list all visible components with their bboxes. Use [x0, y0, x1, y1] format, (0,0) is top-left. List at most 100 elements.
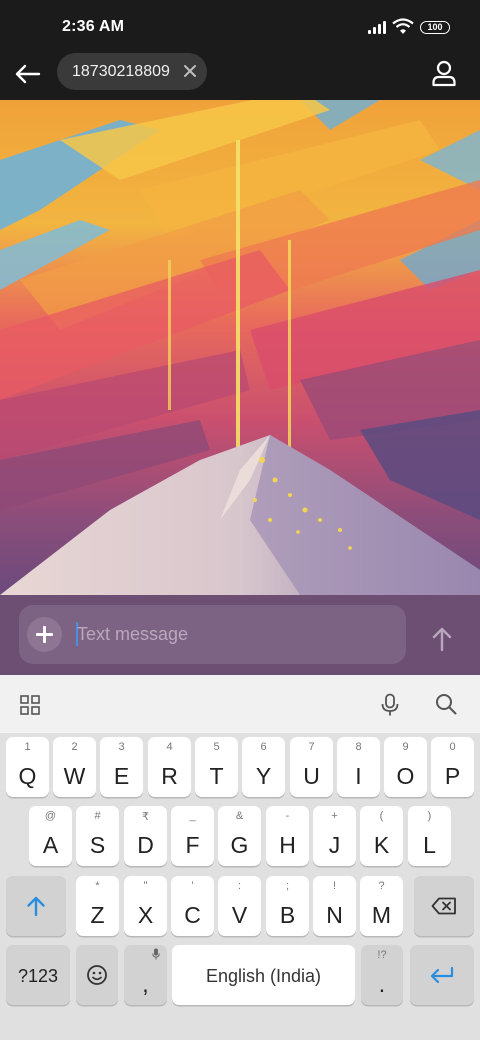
comma-key[interactable]: , [124, 945, 167, 1005]
key-hint: : [237, 880, 242, 892]
key-n[interactable]: ! N [313, 876, 356, 936]
status-bar: 2:36 AM 100 [0, 0, 480, 50]
key-label: P [444, 763, 461, 789]
wifi-icon [392, 18, 414, 34]
key-hint: 7 [308, 741, 315, 753]
key-label: M [371, 902, 392, 928]
compose-bar [0, 595, 480, 675]
arrow-left-icon [15, 64, 41, 84]
key-hint: ( [379, 810, 384, 822]
microphone-icon[interactable] [381, 693, 399, 717]
key-i[interactable]: 8I [337, 737, 380, 797]
key-c[interactable]: ' C [171, 876, 214, 936]
comma-label: , [142, 971, 149, 997]
key-f[interactable]: _ F [171, 806, 214, 866]
search-icon[interactable] [435, 693, 457, 715]
keyboard-toolbar [0, 675, 480, 733]
space-label: English (India) [205, 966, 322, 986]
key-h[interactable]: -H [266, 806, 309, 866]
key-label: R [161, 763, 178, 789]
key-j[interactable]: + J [313, 806, 356, 866]
emoji-key[interactable] [76, 945, 118, 1005]
key-hint: 5 [213, 741, 220, 753]
voice-hint-icon [152, 948, 160, 960]
key-label: B [279, 902, 296, 928]
recipient-number: 18730218809 [72, 63, 170, 80]
key-v[interactable]: :V [218, 876, 261, 936]
key-hint: 8 [355, 741, 362, 753]
remove-recipient-button[interactable] [182, 63, 198, 79]
key-w[interactable]: 2W [53, 737, 96, 797]
key-x[interactable]: " X [124, 876, 167, 936]
key-label: Q [18, 763, 37, 789]
key-label: Y [255, 763, 272, 789]
space-key[interactable]: English (India) [172, 945, 355, 1005]
key-g[interactable]: & G [218, 806, 261, 866]
backspace-key[interactable] [414, 876, 474, 936]
key-hint: " [143, 880, 148, 892]
key-label: L [423, 832, 436, 858]
key-u[interactable]: 7U [290, 737, 333, 797]
key-hint: ₹ [142, 811, 149, 823]
key-label: I [355, 763, 362, 789]
key-label: V [231, 902, 248, 928]
key-label: Z [90, 902, 105, 928]
emoji-icon [87, 965, 107, 985]
key-label: T [209, 763, 224, 789]
key-hint: - [285, 810, 290, 822]
key-t[interactable]: 5T [195, 737, 238, 797]
period-hint: !? [377, 949, 387, 961]
key-hint: 2 [71, 741, 78, 753]
key-hint: ; [285, 880, 290, 892]
contact-button[interactable] [428, 58, 460, 90]
compose-field[interactable] [19, 605, 406, 664]
key-z[interactable]: * Z [76, 876, 119, 936]
shift-key[interactable] [6, 876, 66, 936]
message-input[interactable] [76, 619, 396, 649]
period-key[interactable]: !?. [361, 945, 403, 1005]
enter-key[interactable] [410, 945, 474, 1005]
close-icon [184, 65, 196, 77]
key-label: X [137, 902, 154, 928]
key-r[interactable]: 4R [148, 737, 191, 797]
key-l[interactable]: ) L [408, 806, 451, 866]
send-button[interactable] [428, 625, 456, 653]
key-label: D [137, 832, 154, 858]
key-s[interactable]: # S [76, 806, 119, 866]
key-hint: & [235, 810, 244, 822]
key-o[interactable]: 9O [384, 737, 427, 797]
key-a[interactable]: @ A [29, 806, 72, 866]
key-label: G [230, 832, 249, 858]
key-hint: ? [378, 880, 385, 892]
battery-icon: 100 [420, 21, 450, 34]
key-q[interactable]: 1Q [6, 737, 49, 797]
battery-level: 100 [427, 22, 443, 32]
grid-icon[interactable] [20, 695, 40, 715]
key-hint: 9 [402, 741, 409, 753]
key-e[interactable]: 3E [100, 737, 143, 797]
key-label: W [63, 763, 86, 789]
symbols-key[interactable]: ?123 [6, 945, 70, 1005]
key-y[interactable]: 6Y [242, 737, 285, 797]
key-b[interactable]: ; B [266, 876, 309, 936]
attach-button[interactable] [27, 617, 62, 652]
backspace-icon [431, 897, 456, 915]
key-p[interactable]: 0P [431, 737, 474, 797]
wallpaper-painting [0, 100, 480, 595]
key-hint: 6 [260, 741, 267, 753]
key-m[interactable]: ? M [360, 876, 403, 936]
key-hint: ) [427, 810, 432, 822]
shift-arrow-icon [27, 896, 45, 917]
key-hint: # [94, 810, 101, 822]
key-hint: @ [44, 810, 57, 822]
key-hint: + [331, 810, 338, 822]
recipient-chip[interactable]: 18730218809 [57, 53, 207, 90]
person-icon [432, 60, 456, 87]
key-hint: _ [189, 810, 196, 822]
key-hint: 3 [118, 741, 125, 753]
key-label: E [113, 763, 130, 789]
key-hint: 1 [24, 741, 31, 753]
back-button[interactable] [12, 58, 44, 90]
key-k[interactable]: (K [360, 806, 403, 866]
key-d[interactable]: ₹ D [124, 806, 167, 866]
